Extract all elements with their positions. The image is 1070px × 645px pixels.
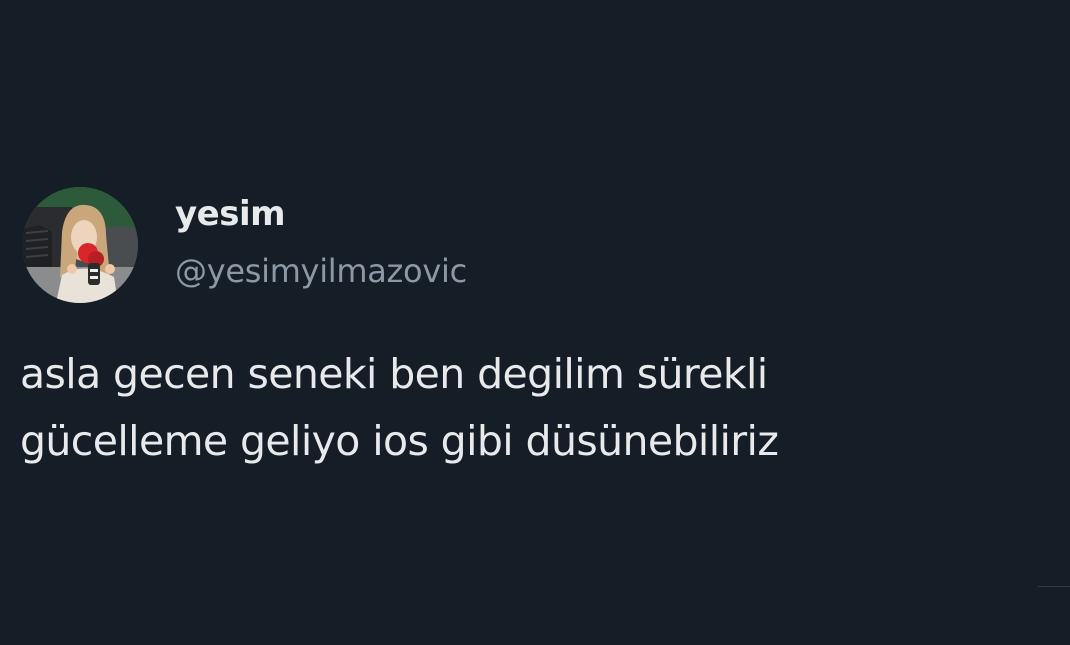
tweet-text-line: asla gecen seneki ben degilim sürekli [20,350,768,398]
divider [1038,586,1070,587]
tweet-text-line: gücelleme geliyo ios gibi düsünebiliriz [20,417,779,465]
tweet-text: asla gecen seneki ben degilim sürekli gü… [20,341,1020,475]
tweet-card: yesim @yesimyilmazovic asla gecen seneki… [0,0,1070,645]
author-display-name[interactable]: yesim [175,194,286,234]
avatar[interactable] [22,187,138,303]
avatar-photo-icon [22,187,138,303]
author-handle[interactable]: @yesimyilmazovic [175,252,467,290]
